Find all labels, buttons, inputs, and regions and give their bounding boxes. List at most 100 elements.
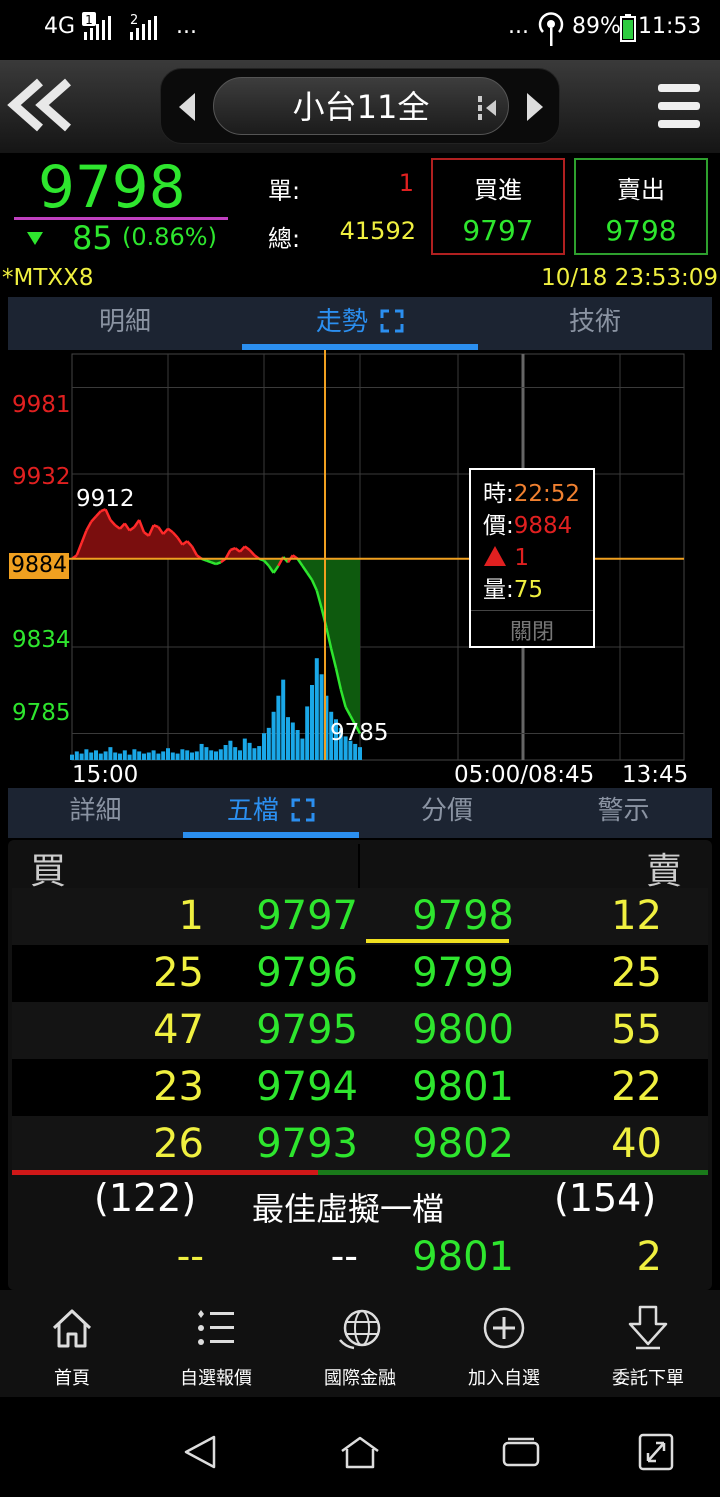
svg-text:2: 2 — [130, 13, 138, 28]
volume-bar — [271, 711, 276, 760]
y-label-2: 9932 — [12, 464, 71, 490]
volume-bar — [89, 752, 94, 760]
volume-bar — [204, 747, 209, 760]
back-button[interactable] — [6, 72, 76, 138]
buy-button[interactable]: 買進 9797 — [431, 158, 565, 255]
recent-apps-icon[interactable] — [502, 1437, 540, 1467]
volume-bar — [295, 730, 300, 760]
volume-bar — [137, 751, 142, 760]
menu-button[interactable] — [656, 82, 702, 130]
ask-price[interactable]: 9798 — [364, 888, 514, 945]
tab-alert[interactable]: 警示 — [535, 788, 712, 838]
tab-detail[interactable]: 明細 — [8, 297, 242, 350]
bid-qty: 25 — [153, 950, 204, 996]
battery-percent: 89% — [572, 14, 621, 39]
network-type: 4G — [44, 14, 76, 39]
y-label-4: 9785 — [12, 700, 71, 726]
tab-five-levels[interactable]: 五檔 — [183, 788, 359, 838]
price-change-pct: (0.86%) — [122, 223, 217, 251]
volume-bar — [79, 753, 84, 760]
ask-price[interactable]: 9800 — [364, 1002, 514, 1059]
top-tabs: 明細 走勢 技術 — [8, 297, 712, 350]
volume-bar — [286, 717, 290, 760]
tab-info[interactable]: 詳細 — [8, 788, 183, 838]
list-icon — [198, 1310, 234, 1345]
bid-price[interactable]: 9795 — [212, 1002, 358, 1059]
tooltip-vol-label: 量: — [483, 577, 514, 603]
triangle-left-icon — [179, 93, 195, 121]
volume-bar — [190, 752, 194, 760]
sell-label: 賣出 — [617, 176, 665, 204]
volume-bar — [218, 749, 223, 760]
y-label-1: 9981 — [12, 392, 71, 418]
tab-technical-label: 技術 — [568, 307, 621, 337]
order-book: 買 賣 1 9797 9798 12 25 9796 9799 25 47 97… — [8, 840, 712, 1290]
tab-price-volume[interactable]: 分價 — [359, 788, 535, 838]
bid-price[interactable]: 9794 — [212, 1059, 358, 1116]
ask-price[interactable]: 9799 — [364, 945, 514, 1002]
volume-bar — [170, 752, 175, 760]
ratio-bar — [12, 1170, 708, 1175]
volume-bar — [108, 747, 113, 760]
ask-price[interactable]: 9801 — [364, 1059, 514, 1116]
bid-price[interactable]: 9796 — [212, 945, 358, 1002]
nav-add-watchlist[interactable]: 加入自選 — [432, 1290, 576, 1397]
status-more-right: ... — [508, 14, 529, 39]
volume-bar — [223, 745, 228, 760]
intraday-chart[interactable]: 9981 9932 9884 9834 9785 9912 9785 15:00… — [8, 350, 712, 788]
nav-watchlist[interactable]: 自選報價 — [144, 1290, 288, 1397]
resize-icon[interactable] — [638, 1433, 674, 1471]
volume-bar — [98, 753, 103, 760]
back-triangle-icon[interactable] — [182, 1435, 218, 1469]
home-nav-icon[interactable] — [340, 1435, 380, 1469]
tab-trend[interactable]: 走勢 — [242, 297, 478, 350]
down-arrow-icon — [26, 229, 44, 247]
next-symbol-button[interactable] — [521, 91, 549, 123]
buy-price: 9797 — [462, 214, 534, 247]
order-row: 23 9794 9801 22 — [12, 1059, 708, 1116]
volume-bar — [194, 751, 199, 760]
volume-bar — [257, 746, 262, 760]
nav-order-label: 委託下單 — [612, 1368, 684, 1389]
ask-qty: 22 — [611, 1064, 662, 1110]
prev-symbol-button[interactable] — [173, 91, 201, 123]
volume-bar — [353, 743, 358, 760]
ask-price[interactable]: 9802 — [364, 1116, 514, 1173]
bid-total: (122) — [94, 1176, 197, 1220]
nav-order[interactable]: 委託下單 — [576, 1290, 720, 1397]
cursor-price-label: 9884 — [9, 553, 69, 579]
expand-icon[interactable] — [291, 798, 315, 822]
bid-price[interactable]: 9793 — [212, 1116, 358, 1173]
expand-icon[interactable] — [380, 309, 404, 333]
volume-bar — [103, 751, 108, 760]
title-pill[interactable]: 小台11全 — [213, 77, 509, 135]
virtual-ask-price: 9801 — [412, 1234, 514, 1280]
bid-qty: 23 — [153, 1064, 204, 1110]
tab-technical[interactable]: 技術 — [478, 297, 712, 350]
nav-global[interactable]: 國際金融 — [288, 1290, 432, 1397]
volume-bar — [146, 752, 151, 760]
total-volume-label: 總: — [268, 225, 301, 253]
volume-bar — [84, 749, 89, 760]
quote-datetime: 10/18 23:53:09 — [541, 265, 718, 291]
bottom-nav: 首頁 自選報價 國際金融 加入自選 委託下單 — [0, 1290, 720, 1397]
volume-bar — [142, 753, 146, 760]
volume-bar — [310, 685, 314, 760]
price-change: 85 — [72, 219, 113, 257]
tab-price-volume-label: 分價 — [420, 796, 473, 826]
bid-qty: 47 — [153, 1007, 204, 1053]
volume-bar — [127, 754, 132, 760]
system-nav-bar — [0, 1397, 720, 1497]
buy-label: 買進 — [474, 176, 522, 204]
sell-button[interactable]: 賣出 9798 — [574, 158, 708, 255]
volume-bar — [305, 706, 310, 760]
volume-bar — [242, 738, 247, 760]
volume-bar — [228, 740, 233, 760]
bid-price[interactable]: 9797 — [212, 888, 358, 945]
nav-home[interactable]: 首頁 — [0, 1290, 144, 1397]
tooltip-change-value: 1 — [514, 545, 529, 571]
tooltip-close-button[interactable]: 關閉 — [471, 614, 593, 646]
volume-bar — [151, 750, 156, 760]
volume-bar — [74, 751, 79, 760]
switch-icon[interactable] — [476, 94, 502, 122]
